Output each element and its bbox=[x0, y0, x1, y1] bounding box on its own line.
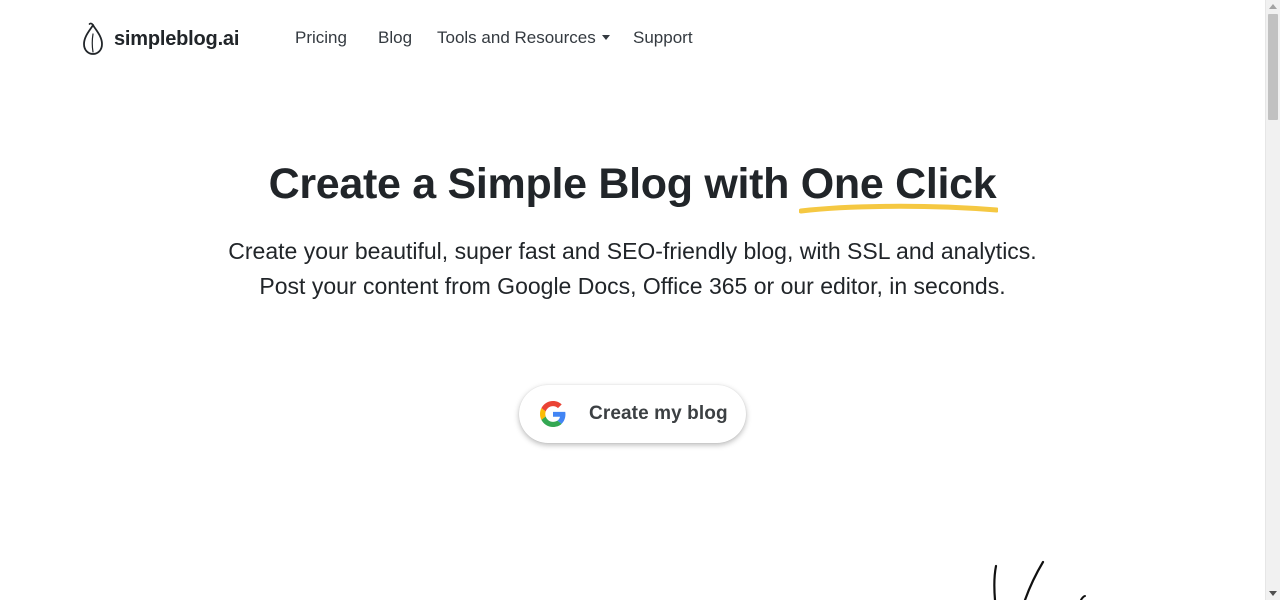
top-navbar: simpleblog.ai Pricing Blog Tools and Res… bbox=[0, 0, 1265, 78]
page-scrollbar[interactable] bbox=[1265, 0, 1280, 600]
hero-title-highlight: One Click bbox=[798, 158, 999, 214]
google-g-icon bbox=[540, 401, 566, 427]
nav-tools-dropdown[interactable]: Tools and Resources bbox=[437, 28, 610, 48]
nav-tools-label: Tools and Resources bbox=[437, 28, 596, 47]
hand-drawn-doodle-icon bbox=[993, 560, 1086, 600]
create-my-blog-label: Create my blog bbox=[589, 403, 728, 424]
scroll-up-arrow-icon[interactable] bbox=[1269, 4, 1277, 9]
highlight-underline-icon bbox=[798, 203, 999, 214]
hero-title-highlight-text: One Click bbox=[800, 160, 997, 208]
create-my-blog-button[interactable]: Create my blog bbox=[519, 385, 746, 443]
hero-subtitle-line-1: Create your beautiful, super fast and SE… bbox=[228, 238, 1037, 264]
scroll-down-arrow-icon[interactable] bbox=[1269, 591, 1277, 596]
hero-subtitle-line-2: Post your content from Google Docs, Offi… bbox=[259, 273, 1006, 299]
scrollbar-thumb[interactable] bbox=[1268, 14, 1278, 120]
hero-title: Create a Simple Blog with One Click bbox=[0, 158, 1265, 214]
caret-down-icon bbox=[601, 34, 610, 40]
brand-logo-link[interactable]: simpleblog.ai bbox=[82, 22, 239, 56]
nav-support-link[interactable]: Support bbox=[633, 28, 693, 48]
hero-title-prefix: Create a Simple Blog with bbox=[268, 160, 801, 208]
leaf-drop-icon bbox=[83, 22, 103, 55]
nav-blog-link[interactable]: Blog bbox=[378, 28, 412, 48]
nav-pricing-link[interactable]: Pricing bbox=[295, 28, 347, 48]
brand-name: simpleblog.ai bbox=[114, 27, 240, 50]
